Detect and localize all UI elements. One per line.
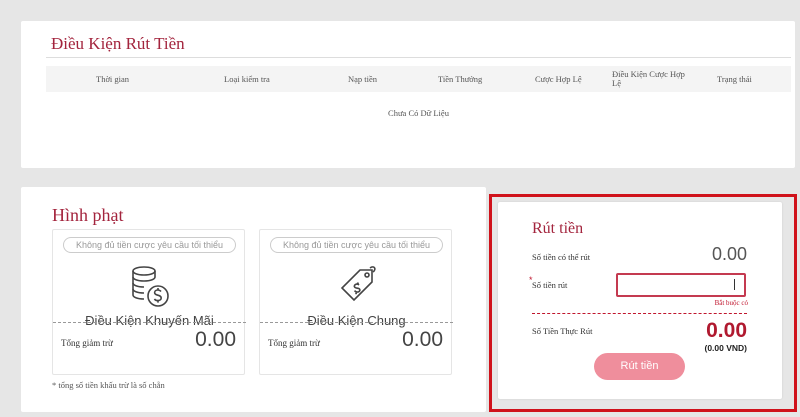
card-label: Điều Kiện Chung: [307, 313, 406, 328]
promotion-condition-card: Không đủ tiền cược yêu cầu tối thiểu Điề…: [52, 229, 246, 375]
available-amount-label: Số tiền có thể rút: [532, 252, 591, 262]
column-header: Điều Kiện Cược Hợp Lệ: [612, 69, 685, 88]
empty-state-text: Chưa Có Dữ Liệu: [388, 108, 449, 118]
column-header: Cược Hợp Lệ: [535, 74, 582, 84]
withdraw-title: Rút tiền: [532, 220, 584, 237]
card-divider: [53, 322, 246, 323]
card-label: Điều Kiện Khuyến Mãi: [85, 313, 214, 328]
column-header: Thời gian: [96, 74, 130, 84]
penalty-title: Hình phạt: [52, 205, 124, 225]
total-deduction-label: Tổng giảm trừ: [268, 338, 320, 348]
coins-dollar-icon: [132, 266, 169, 307]
penalty-panel: Hình phạt Không đủ tiền cược yêu cầu tối…: [21, 187, 486, 412]
title-divider: [46, 57, 791, 58]
total-deduction-value: 0.00: [402, 328, 443, 351]
column-header: Nạp tiền: [348, 74, 378, 84]
column-header: Tiền Thưởng: [438, 74, 483, 84]
actual-amount-vnd: (0.00 VND): [704, 343, 747, 353]
withdraw-conditions-panel: Điều Kiện Rút Tiền Thời gian Loại kiểm t…: [21, 21, 795, 168]
conditions-title: Điều Kiện Rút Tiền: [51, 34, 185, 53]
requirement-pill: Không đủ tiền cược yêu cầu tối thiểu: [63, 237, 236, 253]
required-message: Bắt buộc có: [714, 299, 748, 307]
column-header: Trạng thái: [717, 74, 752, 84]
withdraw-button[interactable]: Rút tiền: [594, 353, 685, 380]
total-deduction-value: 0.00: [195, 328, 236, 351]
withdraw-amount-input[interactable]: [616, 273, 746, 297]
actual-amount-label: Số Tiền Thực Rút: [532, 326, 593, 336]
deduction-note: * tổng số tiền khấu trừ là số chẵn: [52, 380, 165, 390]
price-tag-dollar-icon: [340, 266, 376, 302]
amount-label: Số tiền rút: [532, 280, 568, 290]
text-caret: [734, 279, 735, 290]
withdraw-panel: Rút tiền Số tiền có thể rút 0.00 * Số ti…: [498, 202, 782, 399]
available-amount-value: 0.00: [711, 244, 747, 264]
requirement-pill: Không đủ tiền cược yêu cầu tối thiểu: [270, 237, 443, 253]
conditions-table-header: Thời gian Loại kiểm tra Nạp tiền Tiền Th…: [46, 66, 791, 92]
column-header: Loại kiểm tra: [224, 74, 270, 84]
withdraw-divider: [532, 313, 747, 314]
general-condition-card: Không đủ tiền cược yêu cầu tối thiểu Điề…: [259, 229, 453, 375]
actual-amount-value: 0.00: [706, 319, 747, 342]
total-deduction-label: Tổng giảm trừ: [61, 338, 113, 348]
card-divider: [260, 322, 453, 323]
